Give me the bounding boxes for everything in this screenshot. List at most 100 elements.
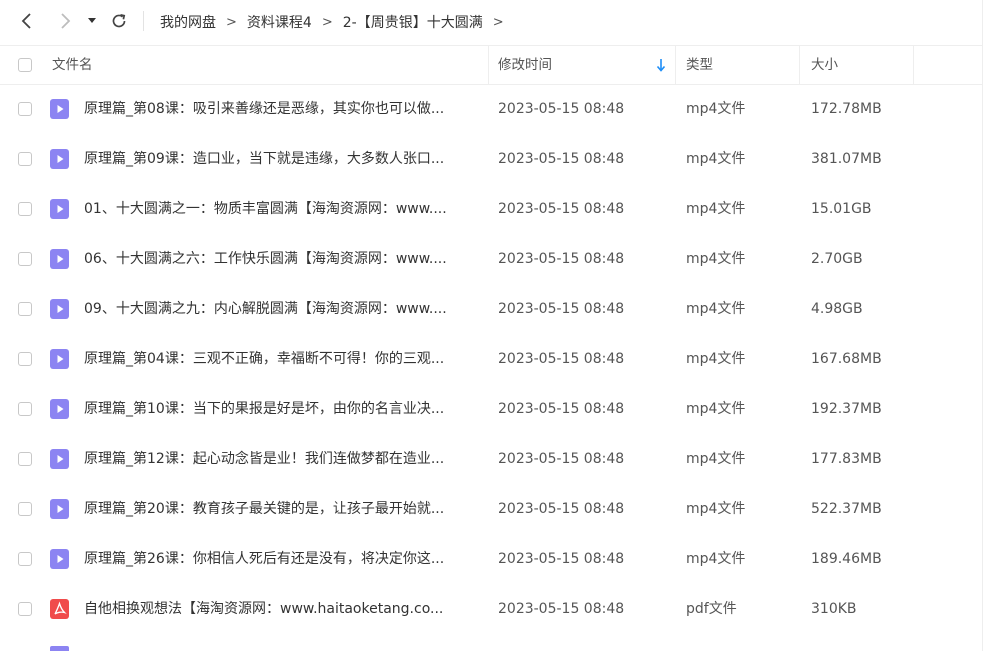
file-name[interactable]: 自他相换观想法【海淘资源网：www.haitaoketang.co...: [84, 584, 474, 634]
column-header-type[interactable]: 类型: [686, 46, 800, 84]
select-all-checkbox[interactable]: [18, 58, 32, 72]
row-checkbox[interactable]: [18, 502, 32, 516]
file-size: 15.01GB: [811, 201, 872, 217]
row-checkbox[interactable]: [18, 552, 32, 566]
file-size: 192.37MB: [811, 401, 882, 417]
toolbar-divider: [143, 11, 144, 31]
pdf-file-icon: [50, 599, 69, 619]
column-header-modified[interactable]: 修改时间: [498, 46, 676, 84]
file-list: 原理篇_第08课：吸引来善缘还是恶缘，其实你也可以做... 2023-05-15…: [0, 84, 983, 634]
row-checkbox[interactable]: [18, 452, 32, 466]
breadcrumb-item-current[interactable]: 2-【周贵银】十大圆满: [343, 12, 483, 32]
file-name[interactable]: 原理篇_第12课：起心动念皆是业！我们连做梦都在造业...: [84, 434, 474, 484]
column-header-name[interactable]: 文件名: [52, 46, 489, 84]
video-file-icon: [50, 646, 69, 651]
file-size: 172.78MB: [811, 101, 882, 117]
row-checkbox[interactable]: [18, 252, 32, 266]
column-header-size[interactable]: 大小: [811, 46, 914, 84]
column-header-type-label: 类型: [686, 57, 713, 73]
breadcrumb-item-root[interactable]: 我的网盘: [160, 12, 216, 32]
row-checkbox[interactable]: [18, 302, 32, 316]
file-size: 310KB: [811, 601, 857, 617]
caret-down-icon: [88, 18, 96, 23]
file-size: 167.68MB: [811, 351, 882, 367]
file-type: mp4文件: [686, 151, 746, 167]
file-modified-time: 2023-05-15 08:48: [498, 151, 625, 167]
file-row[interactable]: 原理篇_第12课：起心动念皆是业！我们连做梦都在造业... 2023-05-15…: [0, 434, 983, 484]
file-modified-time: 2023-05-15 08:48: [498, 451, 625, 467]
file-row[interactable]: 09、十大圆满之九：内心解脱圆满【海淘资源网：www.... 2023-05-1…: [0, 284, 983, 334]
file-modified-time: 2023-05-15 08:48: [498, 301, 625, 317]
breadcrumb-separator: >: [492, 14, 504, 30]
file-row[interactable]: 原理篇_第08课：吸引来善缘还是恶缘，其实你也可以做... 2023-05-15…: [0, 84, 983, 134]
file-name[interactable]: 09、十大圆满之九：内心解脱圆满【海淘资源网：www....: [84, 284, 474, 334]
file-row[interactable]: 原理篇_第10课：当下的果报是好是坏，由你的名言业决... 2023-05-15…: [0, 384, 983, 434]
file-size: 189.46MB: [811, 551, 882, 567]
file-row[interactable]: 自他相换观想法【海淘资源网：www.haitaoketang.co... 202…: [0, 584, 983, 634]
back-button[interactable]: [16, 10, 38, 32]
breadcrumb-separator: >: [226, 14, 237, 30]
file-name[interactable]: 原理篇_第09课：造口业，当下就是违缘，大多数人张口...: [84, 134, 474, 184]
file-type: mp4文件: [686, 401, 746, 417]
file-name[interactable]: 原理篇_第04课：三观不正确，幸福断不可得！你的三观...: [84, 334, 474, 384]
file-size: 522.37MB: [811, 501, 882, 517]
file-type: mp4文件: [686, 451, 746, 467]
file-size: 4.98GB: [811, 301, 863, 317]
chevron-left-icon: [21, 13, 31, 29]
file-row[interactable]: 01、十大圆满之一：物质丰富圆满【海淘资源网：www.... 2023-05-1…: [0, 184, 983, 234]
file-name[interactable]: 原理篇_第10课：当下的果报是好是坏，由你的名言业决...: [84, 384, 474, 434]
file-type: mp4文件: [686, 251, 746, 267]
file-row[interactable]: 06、十大圆满之六：工作快乐圆满【海淘资源网：www.... 2023-05-1…: [0, 234, 983, 284]
file-modified-time: 2023-05-15 08:48: [498, 201, 625, 217]
row-checkbox[interactable]: [18, 352, 32, 366]
file-type: mp4文件: [686, 301, 746, 317]
file-type: mp4文件: [686, 101, 746, 117]
column-header-modified-label: 修改时间: [498, 57, 552, 73]
file-modified-time: 2023-05-15 08:48: [498, 251, 625, 267]
file-row[interactable]: 原理篇_第09课：造口业，当下就是违缘，大多数人张口... 2023-05-15…: [0, 134, 983, 184]
file-name[interactable]: 原理篇_第26课：你相信人死后有还是没有，将决定你这...: [84, 534, 474, 584]
video-file-icon: [50, 349, 69, 369]
video-file-icon: [50, 499, 69, 519]
row-checkbox[interactable]: [18, 202, 32, 216]
video-file-icon: [50, 449, 69, 469]
sort-descending-icon: [656, 59, 666, 72]
file-size: 381.07MB: [811, 151, 882, 167]
file-type: mp4文件: [686, 351, 746, 367]
video-file-icon: [50, 199, 69, 219]
row-checkbox[interactable]: [18, 402, 32, 416]
row-checkbox[interactable]: [18, 602, 32, 616]
file-size: 177.83MB: [811, 451, 882, 467]
file-modified-time: 2023-05-15 08:48: [498, 601, 625, 617]
file-modified-time: 2023-05-15 08:48: [498, 401, 625, 417]
video-file-icon: [50, 399, 69, 419]
file-modified-time: 2023-05-15 08:48: [498, 351, 625, 367]
file-type: pdf文件: [686, 601, 737, 617]
file-row-partial[interactable]: [0, 634, 983, 651]
video-file-icon: [50, 149, 69, 169]
file-type: mp4文件: [686, 551, 746, 567]
file-row[interactable]: 原理篇_第04课：三观不正确，幸福断不可得！你的三观... 2023-05-15…: [0, 334, 983, 384]
history-dropdown-button[interactable]: [84, 10, 100, 32]
file-modified-time: 2023-05-15 08:48: [498, 501, 625, 517]
video-file-icon: [50, 549, 69, 569]
file-row[interactable]: 原理篇_第26课：你相信人死后有还是没有，将决定你这... 2023-05-15…: [0, 534, 983, 584]
video-file-icon: [50, 299, 69, 319]
file-name[interactable]: 01、十大圆满之一：物质丰富圆满【海淘资源网：www....: [84, 184, 474, 234]
file-name[interactable]: 原理篇_第08课：吸引来善缘还是恶缘，其实你也可以做...: [84, 84, 474, 134]
file-name[interactable]: 06、十大圆满之六：工作快乐圆满【海淘资源网：www....: [84, 234, 474, 284]
row-checkbox[interactable]: [18, 102, 32, 116]
file-size: 2.70GB: [811, 251, 863, 267]
video-file-icon: [50, 249, 69, 269]
breadcrumb-item-folder[interactable]: 资料课程4: [247, 12, 312, 32]
refresh-button[interactable]: [108, 10, 130, 32]
row-checkbox[interactable]: [18, 152, 32, 166]
file-modified-time: 2023-05-15 08:48: [498, 551, 625, 567]
file-type: mp4文件: [686, 201, 746, 217]
file-row[interactable]: 原理篇_第20课：教育孩子最关键的是，让孩子最开始就... 2023-05-15…: [0, 484, 983, 534]
file-name[interactable]: 原理篇_第20课：教育孩子最关键的是，让孩子最开始就...: [84, 484, 474, 534]
file-modified-time: 2023-05-15 08:48: [498, 101, 625, 117]
forward-button[interactable]: [54, 10, 76, 32]
navigation-toolbar: 我的网盘 > 资料课程4 > 2-【周贵银】十大圆满 >: [0, 0, 983, 44]
refresh-icon: [112, 13, 126, 28]
